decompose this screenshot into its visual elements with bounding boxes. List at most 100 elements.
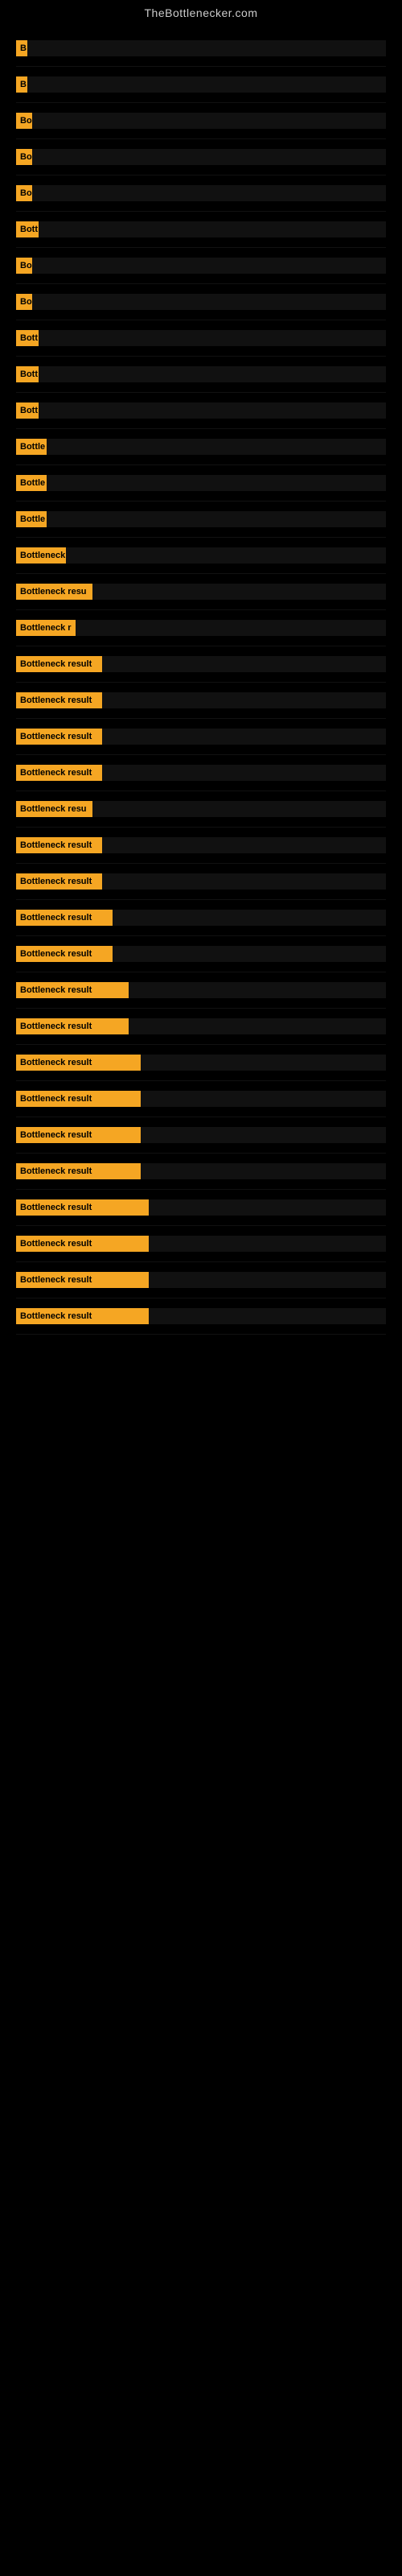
bottleneck-label: Bottleneck result — [16, 1199, 149, 1216]
dark-bar — [141, 1091, 386, 1107]
dark-bar — [27, 76, 386, 93]
bottleneck-label: Bottleneck result — [16, 837, 102, 853]
list-item: Bottleneck result — [16, 1226, 386, 1262]
list-item: Bottle — [16, 465, 386, 502]
dark-bar — [76, 620, 386, 636]
bottleneck-label: Bott — [16, 402, 39, 419]
list-item: Bottleneck result — [16, 1117, 386, 1154]
bottleneck-label: Bottleneck result — [16, 1236, 149, 1252]
bottleneck-label: Bo — [16, 149, 32, 165]
rows-container: BB Bo Bo Bo Bott Bo Bo Bott Bott Bott Bottle Bottle… — [0, 23, 402, 1343]
bottleneck-label: Bottleneck result — [16, 1272, 149, 1288]
list-item: Bo — [16, 284, 386, 320]
list-item: Bottleneck result — [16, 864, 386, 900]
bottleneck-label: Bottleneck result — [16, 1308, 149, 1324]
dark-bar — [27, 40, 386, 56]
bottleneck-label: Bottleneck result — [16, 946, 113, 962]
bottleneck-label: Bott — [16, 330, 39, 346]
dark-bar — [149, 1272, 386, 1288]
dark-bar — [39, 366, 386, 382]
bottleneck-label: Bottleneck result — [16, 982, 129, 998]
bottleneck-label: Bottleneck — [16, 547, 66, 564]
list-item: Bott — [16, 320, 386, 357]
list-item: Bo — [16, 248, 386, 284]
dark-bar — [129, 1018, 386, 1034]
list-item: Bottleneck result — [16, 972, 386, 1009]
list-item: Bott — [16, 393, 386, 429]
dark-bar — [92, 584, 386, 600]
dark-bar — [47, 475, 386, 491]
list-item: Bottleneck result — [16, 1081, 386, 1117]
list-item: Bottleneck result — [16, 936, 386, 972]
bottleneck-label: Bottleneck result — [16, 873, 102, 890]
bottleneck-label: Bottleneck result — [16, 656, 102, 672]
bottleneck-label: Bottle — [16, 439, 47, 455]
bottleneck-label: Bottleneck r — [16, 620, 76, 636]
bottleneck-label: Bo — [16, 185, 32, 201]
list-item: B — [16, 67, 386, 103]
dark-bar — [102, 837, 386, 853]
list-item: Bottleneck r — [16, 610, 386, 646]
bottleneck-label: Bottle — [16, 475, 47, 491]
list-item: Bottle — [16, 502, 386, 538]
bottleneck-label: B — [16, 76, 27, 93]
dark-bar — [129, 982, 386, 998]
bottleneck-label: Bottleneck resu — [16, 801, 92, 817]
dark-bar — [47, 439, 386, 455]
dark-bar — [149, 1199, 386, 1216]
list-item: Bottleneck result — [16, 683, 386, 719]
list-item: Bottleneck result — [16, 1009, 386, 1045]
list-item: Bo — [16, 139, 386, 175]
list-item: Bottleneck result — [16, 646, 386, 683]
list-item: Bottleneck resu — [16, 574, 386, 610]
bottleneck-label: Bottleneck result — [16, 1091, 141, 1107]
list-item: B — [16, 31, 386, 67]
bottleneck-label: Bo — [16, 258, 32, 274]
bottleneck-label: Bottleneck result — [16, 1055, 141, 1071]
bottleneck-label: Bottleneck result — [16, 1018, 129, 1034]
site-title: TheBottlenecker.com — [0, 0, 402, 23]
dark-bar — [102, 765, 386, 781]
dark-bar — [32, 149, 386, 165]
dark-bar — [113, 910, 386, 926]
dark-bar — [141, 1163, 386, 1179]
list-item: Bottleneck — [16, 538, 386, 574]
bottleneck-label: Bott — [16, 221, 39, 237]
list-item: Bottleneck result — [16, 1154, 386, 1190]
dark-bar — [66, 547, 386, 564]
dark-bar — [102, 656, 386, 672]
bottleneck-label: Bottleneck result — [16, 1127, 141, 1143]
dark-bar — [32, 113, 386, 129]
dark-bar — [32, 185, 386, 201]
list-item: Bott — [16, 357, 386, 393]
bottleneck-label: Bottleneck result — [16, 910, 113, 926]
list-item: Bottleneck resu — [16, 791, 386, 828]
dark-bar — [39, 330, 386, 346]
list-item: Bottleneck result — [16, 1298, 386, 1335]
dark-bar — [102, 729, 386, 745]
bottleneck-label: Bottleneck result — [16, 1163, 141, 1179]
bottleneck-label: Bottle — [16, 511, 47, 527]
list-item: Bottleneck result — [16, 828, 386, 864]
bottleneck-label: Bott — [16, 366, 39, 382]
dark-bar — [141, 1127, 386, 1143]
dark-bar — [149, 1308, 386, 1324]
dark-bar — [92, 801, 386, 817]
list-item: Bottleneck result — [16, 1045, 386, 1081]
dark-bar — [113, 946, 386, 962]
dark-bar — [149, 1236, 386, 1252]
list-item: Bottleneck result — [16, 1190, 386, 1226]
list-item: Bottleneck result — [16, 1262, 386, 1298]
list-item: Bottle — [16, 429, 386, 465]
list-item: Bottleneck result — [16, 755, 386, 791]
bottleneck-label: Bottleneck resu — [16, 584, 92, 600]
list-item: Bottleneck result — [16, 900, 386, 936]
dark-bar — [102, 692, 386, 708]
bottleneck-label: Bo — [16, 113, 32, 129]
bottleneck-label: Bottleneck result — [16, 692, 102, 708]
dark-bar — [141, 1055, 386, 1071]
list-item: Bottleneck result — [16, 719, 386, 755]
dark-bar — [32, 258, 386, 274]
dark-bar — [47, 511, 386, 527]
dark-bar — [39, 221, 386, 237]
